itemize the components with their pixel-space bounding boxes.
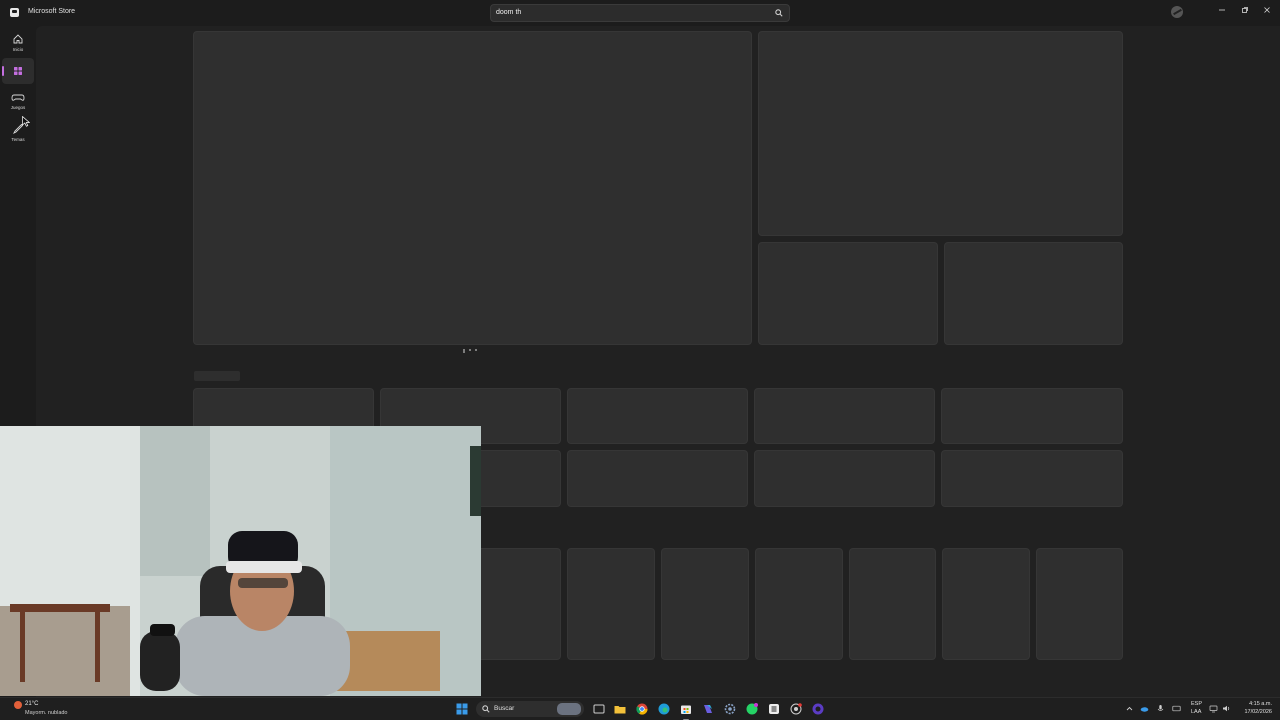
app-title: Microsoft Store <box>28 8 76 15</box>
settings-icon[interactable] <box>723 702 737 716</box>
search-icon <box>482 705 490 713</box>
sidebar-item-label: Juegos <box>10 105 26 110</box>
app-tile-placeholder <box>941 450 1123 507</box>
featured-card-placeholder <box>944 242 1123 345</box>
store-icon <box>10 8 19 17</box>
keyboard-layout-indicator[interactable]: LAA <box>1191 709 1201 715</box>
app-tile-placeholder <box>567 450 748 507</box>
store-taskbar-icon[interactable] <box>679 702 693 720</box>
chevron-up-icon[interactable] <box>1125 704 1134 713</box>
taskbar: 21°C Mayorm. nublado Buscar ESP LAA 4:15… <box>0 697 1280 720</box>
browser-icon[interactable] <box>811 702 825 716</box>
game-card-placeholder <box>661 548 749 660</box>
sidebar-item-apps[interactable] <box>2 58 34 84</box>
sidebar-item-games[interactable]: Juegos <box>2 88 34 114</box>
file-explorer-icon[interactable] <box>613 702 627 716</box>
clock-time[interactable]: 4:15 a.m. <box>1236 701 1272 707</box>
weather-description[interactable]: Mayorm. nublado <box>25 710 68 716</box>
edge-icon[interactable] <box>657 702 671 716</box>
microsoft-store-window: Microsoft Store doom th Inicio Juegos Te… <box>0 0 1280 720</box>
sidebar-item-label: Inicio <box>12 47 24 52</box>
whatsapp-icon[interactable] <box>745 702 759 716</box>
featured-card-placeholder <box>758 31 1123 236</box>
avatar[interactable] <box>1171 6 1183 18</box>
app-tile-placeholder <box>754 388 935 444</box>
app-tile-placeholder <box>567 388 748 444</box>
carousel-pager[interactable] <box>463 349 485 353</box>
webcam-overlay <box>0 426 481 696</box>
microphone-icon[interactable] <box>1156 704 1165 713</box>
language-indicator[interactable]: ESP <box>1191 701 1202 707</box>
minimize-button[interactable] <box>1211 2 1233 18</box>
windows-start-icon[interactable] <box>456 703 468 715</box>
game-card-placeholder <box>942 548 1030 660</box>
sidebar-item-home[interactable]: Inicio <box>2 30 34 56</box>
chrome-icon[interactable] <box>635 702 649 716</box>
taskbar-search-label: Buscar <box>494 705 515 712</box>
gamepad-icon <box>11 94 25 101</box>
game-card-placeholder <box>567 548 655 660</box>
task-view-icon[interactable] <box>592 702 606 716</box>
volume-icon[interactable] <box>1222 704 1231 713</box>
close-button[interactable] <box>1256 2 1278 18</box>
close-icon <box>1264 7 1270 13</box>
search-highlight-icon <box>557 703 581 715</box>
taskbar-search[interactable]: Buscar <box>476 701 584 717</box>
copilot-icon[interactable] <box>701 702 715 716</box>
network-icon[interactable] <box>1209 704 1218 713</box>
notes-app-icon[interactable] <box>767 702 781 716</box>
onedrive-icon[interactable] <box>1140 704 1149 713</box>
home-icon <box>13 34 23 44</box>
section-title-placeholder <box>194 371 240 381</box>
search-input[interactable]: doom th <box>490 4 790 22</box>
game-card-placeholder <box>474 548 561 660</box>
app-tile-placeholder <box>941 388 1123 444</box>
maximize-button[interactable] <box>1234 2 1256 18</box>
app-tile-placeholder <box>754 450 935 507</box>
game-card-placeholder <box>1036 548 1123 660</box>
webcam-feed <box>0 426 481 696</box>
weather-temperature[interactable]: 21°C <box>25 701 38 707</box>
clock-date[interactable]: 17/02/2026 <box>1236 709 1272 715</box>
minimize-icon <box>1219 9 1225 11</box>
hero-banner-placeholder <box>193 31 752 345</box>
recorder-icon[interactable] <box>789 702 803 716</box>
search-icon[interactable] <box>775 9 783 17</box>
mouse-cursor-icon <box>22 116 30 127</box>
restore-icon <box>1242 7 1248 13</box>
keyboard-icon[interactable] <box>1172 704 1181 713</box>
title-bar: Microsoft Store doom th <box>0 0 1280 26</box>
apps-icon <box>14 67 22 75</box>
game-card-placeholder <box>755 548 843 660</box>
game-card-placeholder <box>849 548 936 660</box>
sidebar-item-label: Temas <box>11 137 25 142</box>
weather-icon[interactable] <box>14 701 22 709</box>
featured-card-placeholder <box>758 242 938 345</box>
search-query[interactable]: doom th <box>496 9 521 16</box>
